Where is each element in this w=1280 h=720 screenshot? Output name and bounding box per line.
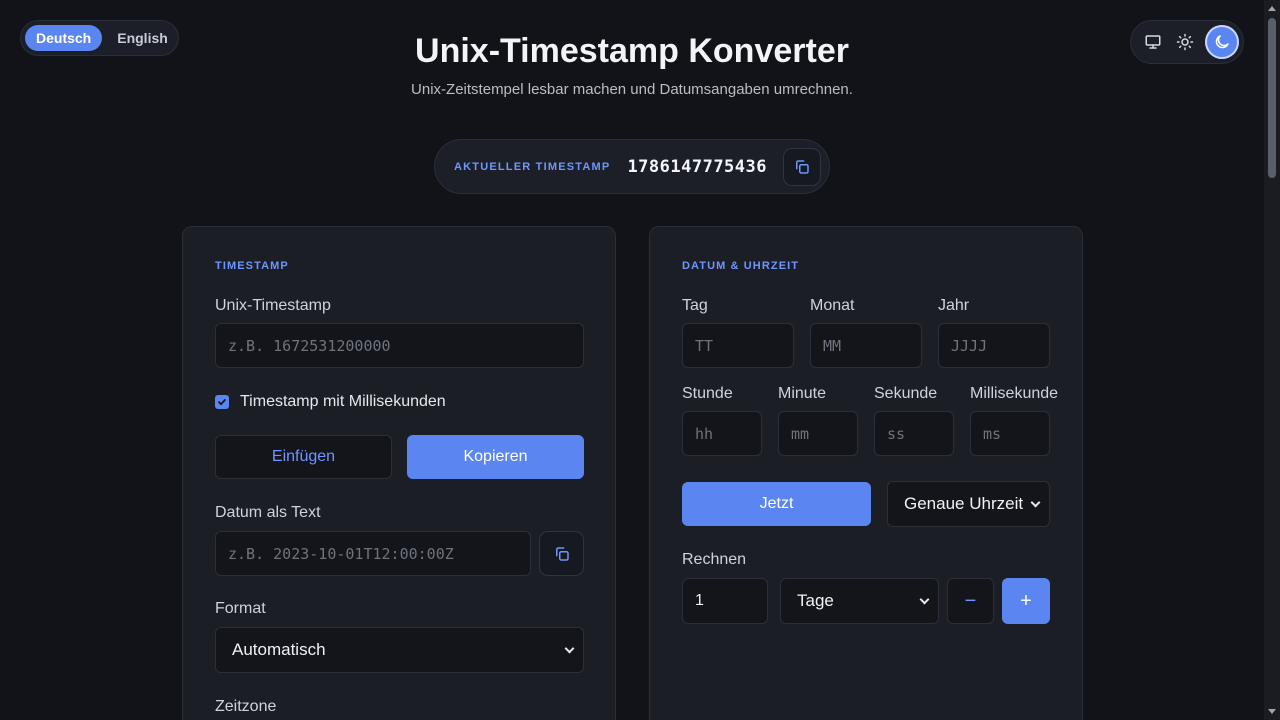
ms-checkbox[interactable] [215,395,229,409]
format-label: Format [215,600,266,617]
format-select-value: Automatisch [232,640,326,659]
second-input[interactable]: ss [874,411,954,456]
page-subtitle: Unix-Zeitstempel lesbar machen und Datum… [411,81,853,98]
calc-label: Rechnen [682,551,747,568]
millisecond-input[interactable]: ms [970,411,1050,456]
now-button[interactable]: Jetzt [682,482,871,526]
year-input[interactable]: JJJJ [938,323,1050,368]
calc-unit-value: Tage [797,591,834,610]
millisecond-placeholder: ms [983,424,1002,443]
day-label: Tag [682,297,708,314]
page-scrollbar[interactable] [1264,0,1280,720]
copy-current-button[interactable] [783,147,821,186]
date-text-input[interactable]: z.B. 2023-10-01T12:00:00Z [215,531,531,576]
unix-timestamp-label: Unix-Timestamp [215,297,331,314]
second-label: Sekunde [874,385,938,402]
subtract-button[interactable]: − [947,578,994,624]
chevron-down-icon [1030,497,1041,507]
timezone-label: Zeitzone [215,698,277,715]
copy-icon [555,546,569,561]
hour-label: Stunde [682,385,733,402]
paste-button[interactable]: Einfügen [215,435,392,479]
year-label: Jahr [938,297,970,314]
hour-placeholder: hh [695,424,714,443]
current-timestamp-bar: AKTUELLER TIMESTAMP 1786147775436 [434,139,830,194]
scroll-thumb[interactable] [1268,18,1276,178]
unix-timestamp-input[interactable]: z.B. 1672531200000 [215,323,584,368]
unix-timestamp-placeholder: z.B. 1672531200000 [228,336,391,355]
month-input[interactable]: MM [810,323,922,368]
scroll-up-arrow-icon[interactable] [1268,6,1276,11]
date-time-card: DATUM & UHRZEIT Tag Monat Jahr TT MM JJJ… [649,226,1083,720]
current-timestamp-label: AKTUELLER TIMESTAMP [454,160,611,173]
scroll-down-arrow-icon[interactable] [1268,709,1276,714]
ms-checkbox-label: Timestamp mit Millisekunden [240,393,446,410]
format-select[interactable]: Automatisch [215,627,584,673]
calc-amount-value: 1 [695,592,704,609]
second-placeholder: ss [887,424,906,443]
month-placeholder: MM [823,336,842,355]
day-input[interactable]: TT [682,323,794,368]
add-button[interactable]: + [1002,578,1050,624]
check-icon [218,399,226,406]
copy-date-text-button[interactable] [539,531,584,576]
minute-input[interactable]: mm [778,411,858,456]
hour-input[interactable]: hh [682,411,762,456]
minute-label: Minute [778,385,827,402]
current-timestamp-value: 1786147775436 [627,156,767,177]
copy-button[interactable]: Kopieren [407,435,584,479]
timestamp-card: TIMESTAMP Unix-Timestamp z.B. 1672531200… [182,226,616,720]
chevron-down-icon [564,643,575,653]
chevron-down-icon [919,594,930,604]
copy-icon [796,159,809,174]
minute-placeholder: mm [791,424,810,443]
year-placeholder: JJJJ [951,336,988,355]
calc-unit-select[interactable]: Tage [780,578,939,624]
calc-amount-input[interactable]: 1 [682,578,768,624]
millisecond-label: Millisekunde [970,385,1059,402]
month-label: Monat [810,297,855,314]
day-placeholder: TT [695,336,714,355]
date-text-label: Datum als Text [215,504,321,521]
precision-select[interactable]: Genaue Uhrzeit [887,481,1050,527]
date-time-card-heading: DATUM & UHRZEIT [682,260,800,272]
ms-checkbox-row[interactable]: Timestamp mit Millisekunden [215,393,446,411]
precision-select-value: Genaue Uhrzeit [904,494,1024,513]
page-title: Unix-Timestamp Konverter [415,32,849,70]
date-text-placeholder: z.B. 2023-10-01T12:00:00Z [228,544,454,563]
timestamp-card-heading: TIMESTAMP [215,260,289,272]
